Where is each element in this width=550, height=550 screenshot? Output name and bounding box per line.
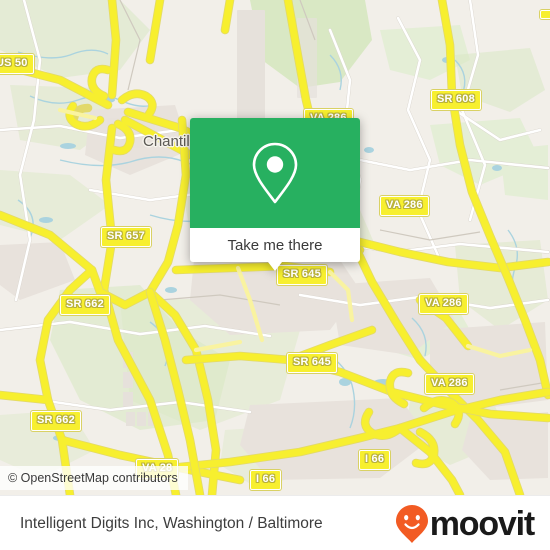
moovit-brand[interactable]: moovit [395,504,535,544]
shield-va-286-south: VA 286 [425,374,474,394]
shield-sr-645-lower: SR 645 [287,353,337,373]
moovit-smiley-pin-icon [395,504,428,543]
shield-va-286-east: VA 286 [419,294,468,314]
shield-us-50: US 50 [0,54,34,74]
shield-sr-662-lower: SR 662 [31,411,81,431]
shield-va-286-mid: VA 286 [380,196,429,216]
osm-attribution[interactable]: © OpenStreetMap contributors [0,466,188,490]
location-popup-card[interactable]: Take me there [190,118,360,271]
shield-sr-608: SR 608 [431,90,481,110]
shield-i-66-east: I 66 [359,450,391,470]
shield-edge-partial [540,10,550,19]
footer-bar: Intelligent Digits Inc, Washington / Bal… [0,495,550,550]
map-screenshot: .wt{fill:#f2efe9} .grn{fill:#d9e8c4} .gr… [0,0,550,550]
shield-sr-645-upper: SR 645 [277,265,327,285]
shield-sr-657: SR 657 [101,227,151,247]
shield-i-66-west: I 66 [250,470,282,490]
shield-sr-662-upper: SR 662 [60,295,110,315]
moovit-wordmark: moovit [429,504,535,543]
location-title: Intelligent Digits Inc, Washington / Bal… [20,514,323,532]
take-me-there-button[interactable]: Take me there [190,228,360,271]
location-pin-icon [252,142,298,204]
take-me-there-label: Take me there [227,236,323,254]
popup-tail-pointer [268,262,282,271]
popup-icon-area [190,118,360,228]
